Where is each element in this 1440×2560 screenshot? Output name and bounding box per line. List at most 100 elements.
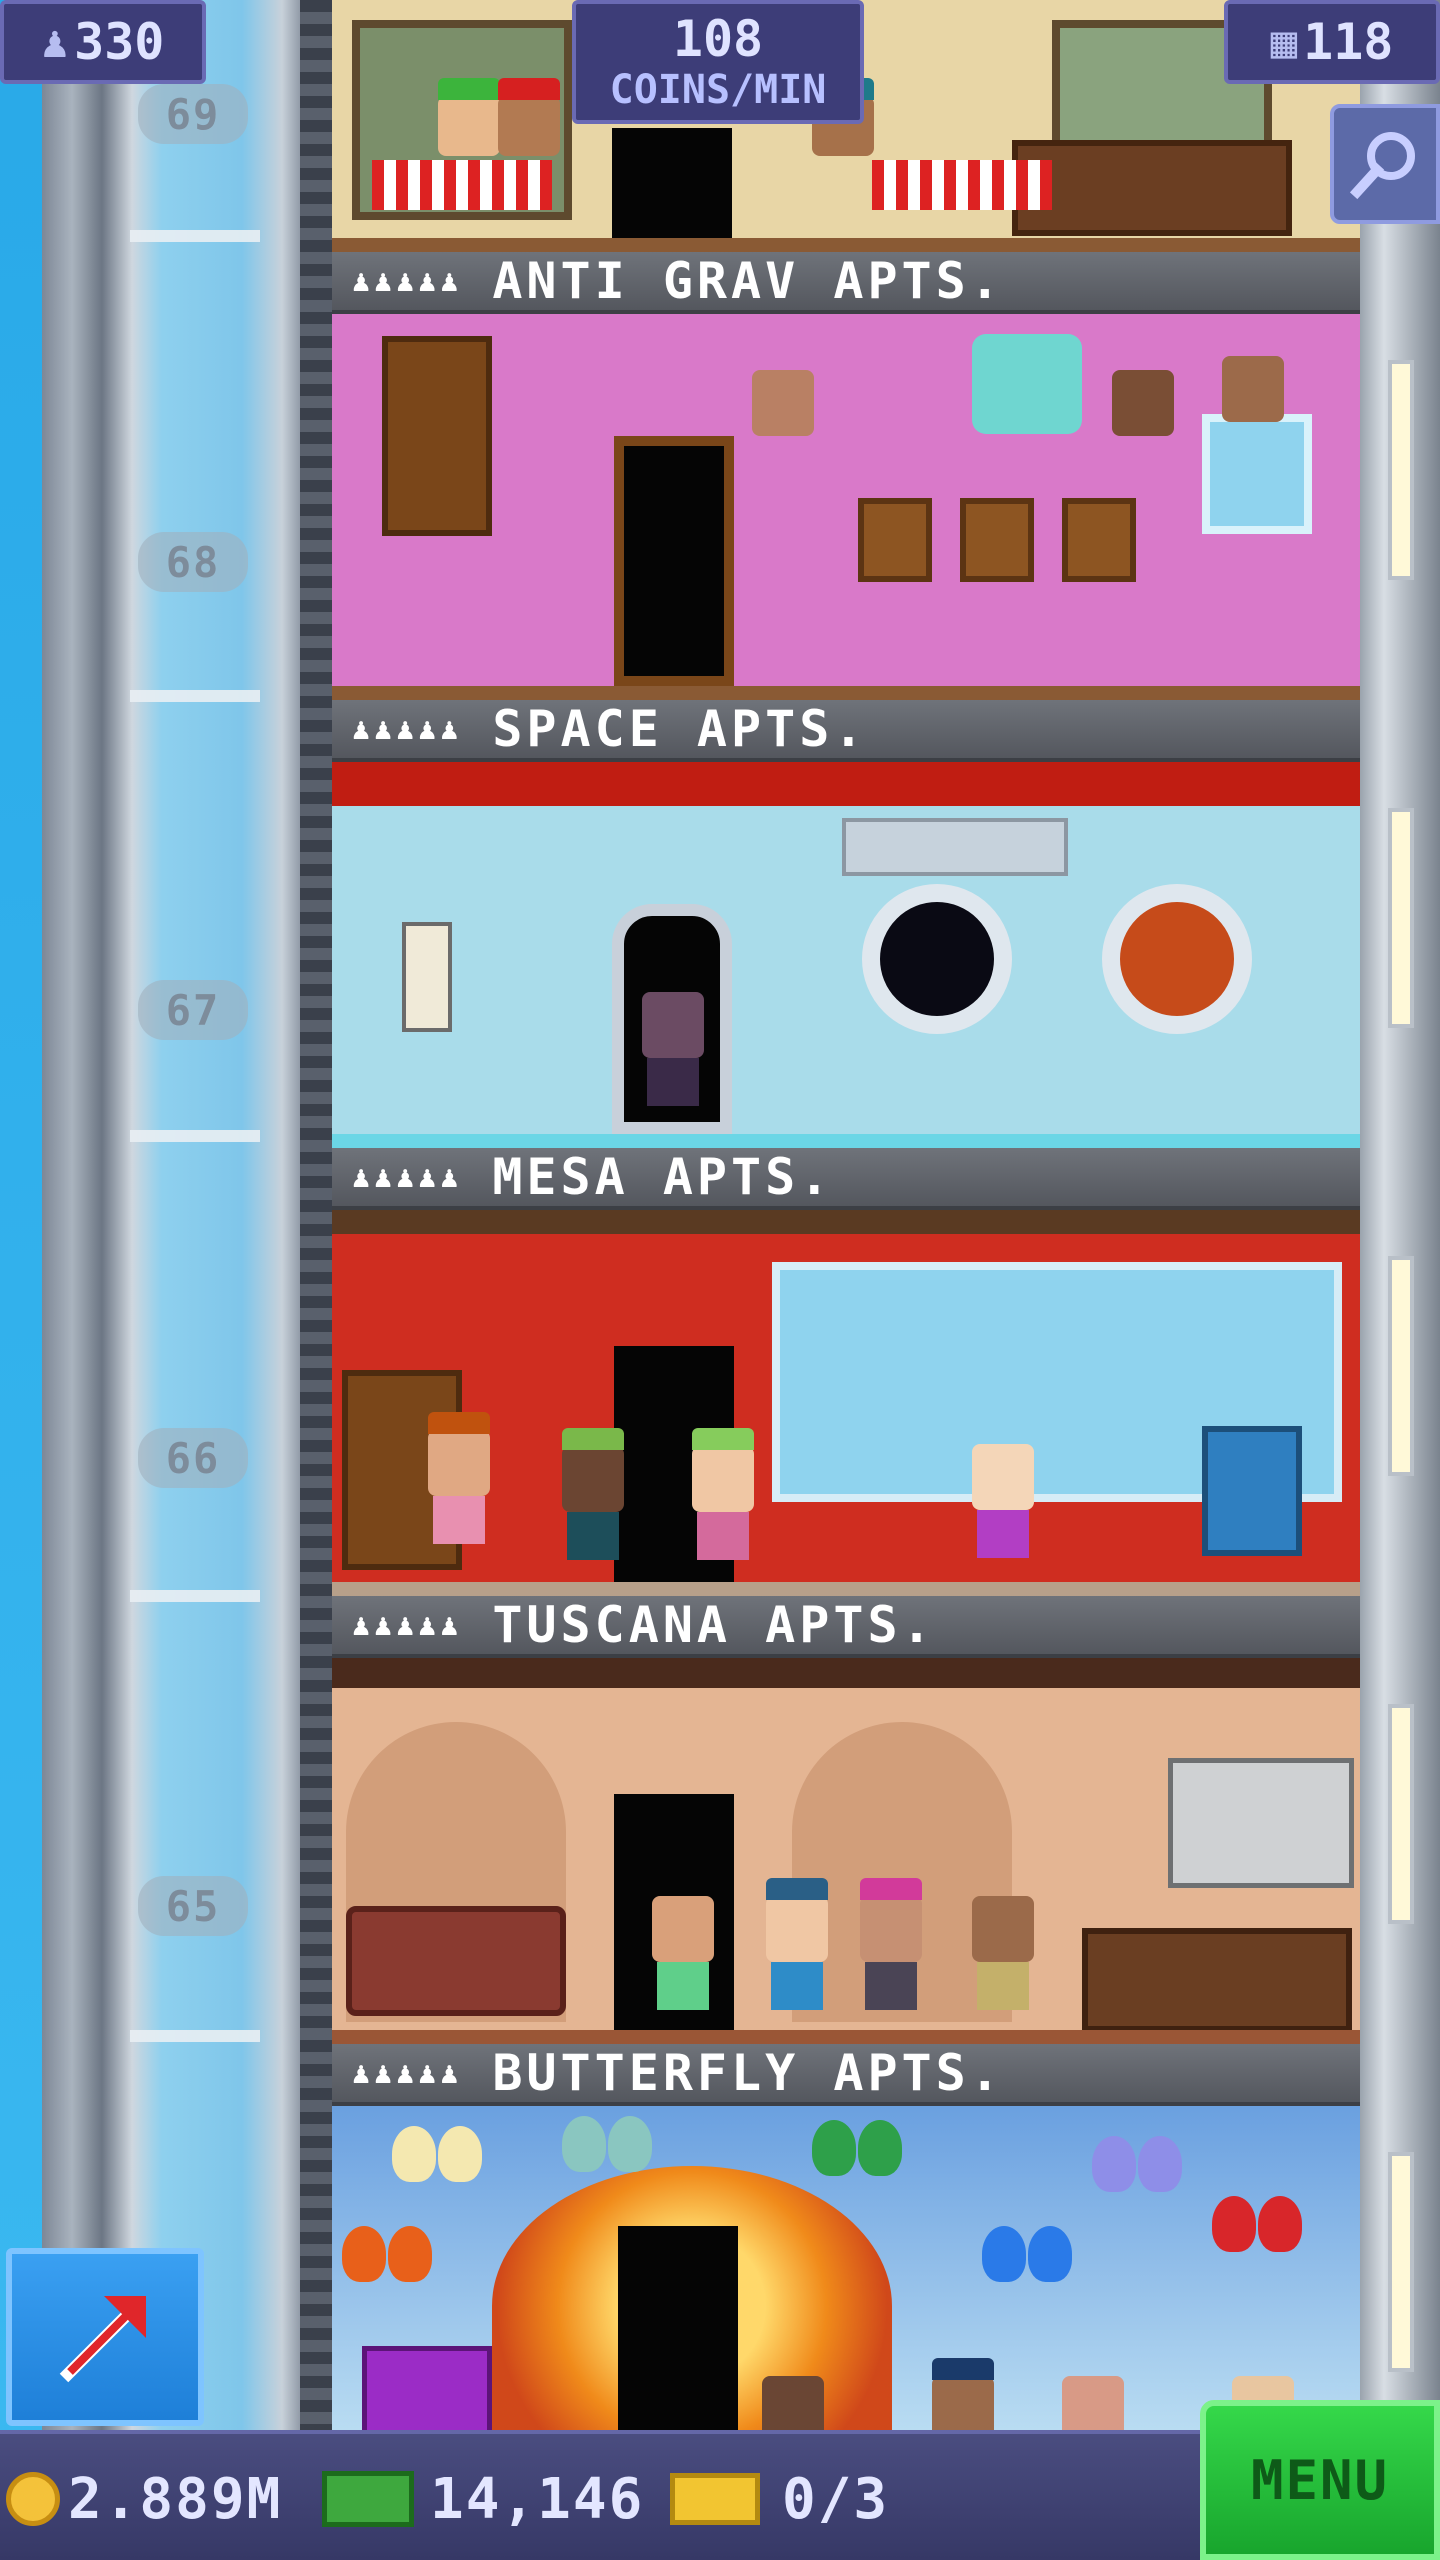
shaft-band: [130, 1590, 260, 1602]
room-interior: [332, 2106, 1360, 2430]
resident[interactable]: [972, 1444, 1034, 1558]
floor-tuscana-apts[interactable]: ♟♟♟♟♟ TUSCANA APTS.: [332, 1596, 1360, 2044]
porthole-stars: [862, 884, 1012, 1034]
tower-scene[interactable]: 69 68 67 66 65 ♟♟♟♟♟ ANTI GRAV APTS. ♟♟♟…: [0, 0, 1440, 2560]
population-value: 330: [74, 13, 165, 71]
resident[interactable]: [438, 78, 500, 156]
doorway: [612, 128, 732, 238]
checkered-table: [872, 160, 1052, 210]
butterfly-icon: [982, 2226, 1072, 2286]
porthole-mars: [1102, 884, 1252, 1034]
floor-number-label: 66: [138, 1428, 248, 1488]
zoom-button[interactable]: [1330, 104, 1440, 224]
wall-light: [1388, 1256, 1414, 1476]
resident[interactable]: [498, 78, 560, 156]
person-icon: ♟: [41, 16, 69, 68]
resident[interactable]: [932, 2358, 994, 2430]
star-rating: ♟♟♟♟♟: [352, 2055, 463, 2091]
floating-couch: [972, 334, 1082, 434]
floor-banner: ♟♟♟♟♟ TUSCANA APTS.: [332, 1596, 1360, 1658]
coins-per-minute-value: 108: [672, 10, 764, 68]
resident-floating[interactable]: [752, 370, 814, 436]
star-rating: ♟♟♟♟♟: [352, 711, 463, 747]
resident[interactable]: [766, 1878, 828, 2010]
floor-anti-grav-apts[interactable]: ♟♟♟♟♟ ANTI GRAV APTS.: [332, 252, 1360, 700]
purple-chair: [362, 2346, 492, 2430]
butterfly-icon: [812, 2120, 902, 2180]
room-interior: [332, 1210, 1360, 1596]
ceiling-beams: [332, 1210, 1360, 1234]
population-counter[interactable]: ♟ 330: [0, 0, 206, 84]
control-panel: [842, 818, 1068, 876]
resident[interactable]: [692, 1428, 754, 1560]
picture-frame: [858, 498, 932, 582]
floor-name: SPACE APTS.: [492, 700, 868, 758]
wall-light: [1388, 1704, 1414, 1924]
shaft-band: [130, 230, 260, 242]
floor-name: BUTTERFLY APTS.: [492, 2044, 1004, 2102]
shaft-band: [130, 2030, 260, 2042]
wall-panel: [402, 922, 452, 1032]
sky-background: [0, 0, 42, 2430]
kitchen-counter: [1082, 1928, 1352, 2032]
doorway: [614, 436, 734, 686]
coins-per-minute-unit: COINS/MIN: [609, 67, 827, 113]
star-rating: ♟♟♟♟♟: [352, 263, 463, 299]
coins-display[interactable]: 2.889M: [6, 2456, 282, 2542]
kitchen-cabinets: [1168, 1758, 1354, 1888]
resident[interactable]: [428, 1412, 490, 1544]
coins-per-minute-display[interactable]: 108 COINS/MIN: [572, 0, 864, 124]
floor-number-label: 69: [138, 84, 248, 144]
butterfly-icon: [1212, 2196, 1302, 2256]
room-interior: [332, 314, 1360, 700]
resident[interactable]: [762, 2376, 824, 2430]
checkered-table: [372, 160, 552, 210]
armchair: [1202, 1426, 1302, 1556]
doorway: [618, 2226, 738, 2430]
floor-number-label: 67: [138, 980, 248, 1040]
bux-display[interactable]: 14,146: [322, 2456, 644, 2542]
menu-button[interactable]: MENU: [1200, 2400, 1440, 2560]
elevator-rail: [300, 0, 332, 2430]
resident[interactable]: [562, 1428, 624, 1560]
counter: [1012, 140, 1292, 236]
floor-trim: [332, 686, 1360, 700]
star-rating: ♟♟♟♟♟: [352, 1607, 463, 1643]
floor-count-button[interactable]: ▦ 118: [1224, 0, 1440, 84]
resident[interactable]: [972, 1896, 1034, 2010]
resident-floating[interactable]: [1112, 370, 1174, 436]
butterfly-icon: [342, 2226, 432, 2286]
star-rating: ♟♟♟♟♟: [352, 1159, 463, 1195]
tickets-value: 0/3: [782, 2466, 890, 2532]
wall-light: [1388, 808, 1414, 1028]
bux-value: 14,146: [430, 2466, 645, 2532]
floor-trim: [332, 1134, 1360, 1148]
up-arrow-icon: [59, 2296, 146, 2383]
ceiling-red: [332, 762, 1360, 806]
floor-banner: ♟♟♟♟♟ ANTI GRAV APTS.: [332, 252, 1360, 314]
bookshelf: [382, 336, 492, 536]
butterfly-icon: [1092, 2136, 1182, 2196]
resident[interactable]: [652, 1896, 714, 2010]
floor-number-label: 65: [138, 1876, 248, 1936]
picture-frame: [1062, 498, 1136, 582]
floor-trim: [332, 238, 1360, 252]
coin-icon: [6, 2472, 60, 2526]
elevator-shaft[interactable]: [42, 0, 332, 2430]
picture-frame: [960, 498, 1034, 582]
floor-butterfly-apts[interactable]: ♟♟♟♟♟ BUTTERFLY APTS.: [332, 2044, 1360, 2430]
resident[interactable]: [860, 1878, 922, 2010]
floor-mesa-apts[interactable]: ♟♟♟♟♟ MESA APTS.: [332, 1148, 1360, 1596]
floor-space-apts[interactable]: ♟♟♟♟♟ SPACE APTS.: [332, 700, 1360, 1148]
ceiling-beams: [332, 1658, 1360, 1688]
floor-count-value: 118: [1303, 13, 1394, 71]
floor-name: ANTI GRAV APTS.: [492, 252, 1004, 310]
resident-floating[interactable]: [1222, 356, 1284, 422]
bux-icon: [322, 2471, 414, 2527]
lift-button[interactable]: [6, 2248, 204, 2426]
resident[interactable]: [1062, 2376, 1124, 2430]
tickets-display[interactable]: 0/3: [670, 2456, 889, 2542]
butterfly-icon: [392, 2126, 482, 2186]
resident[interactable]: [642, 992, 704, 1106]
floor-trim: [332, 2030, 1360, 2044]
